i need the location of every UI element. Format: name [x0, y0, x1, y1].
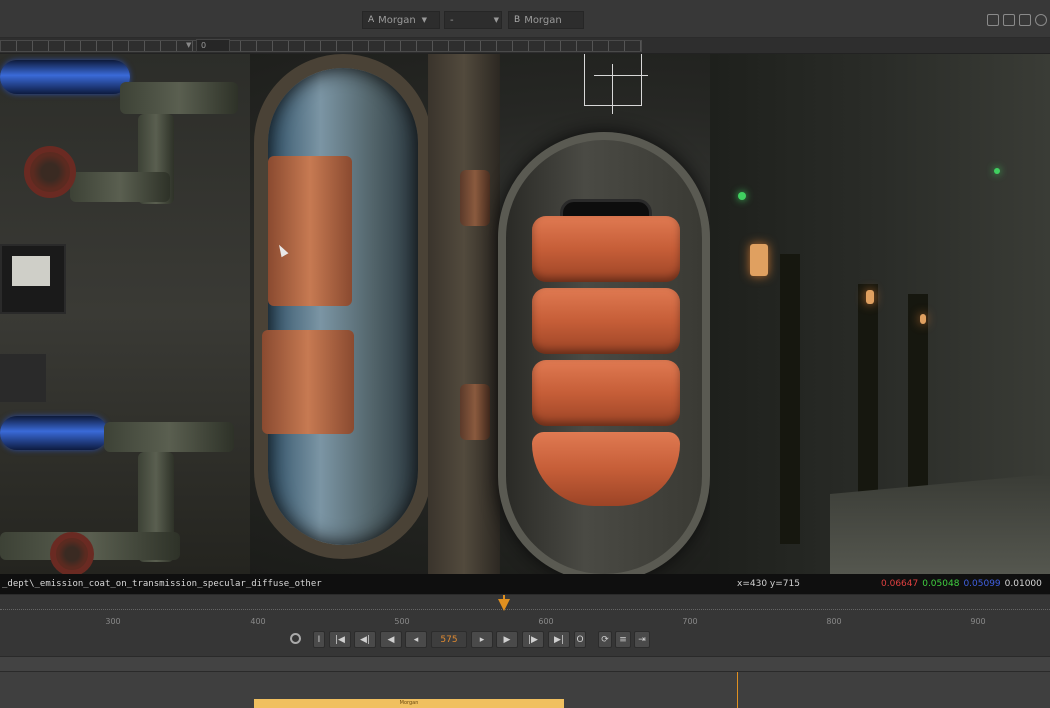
playhead-stem[interactable]: [503, 595, 505, 599]
padding-segment: [532, 360, 680, 426]
hatch-hinge: [460, 384, 490, 440]
timeline[interactable]: 300 400 500 600 700 800 900: [0, 594, 1050, 628]
lower-playhead: [737, 672, 738, 708]
open-hatch-door: [254, 54, 432, 559]
corridor-light: [866, 290, 874, 304]
next-keyframe-button[interactable]: |▶: [522, 631, 544, 648]
gain-ruler[interactable]: [0, 40, 642, 52]
viewer-image[interactable]: [0, 54, 1050, 574]
seat-back: [268, 156, 352, 306]
loop-mode-icon[interactable]: ⟳: [598, 631, 612, 648]
viewer-toolbar: A Morgan ▼ - ▼ B Morgan: [0, 0, 1050, 38]
corridor-pillar: [780, 254, 800, 544]
corridor-light: [750, 244, 768, 276]
dope-sheet-panel: Morgan: [0, 672, 1050, 708]
panel-divider[interactable]: [0, 656, 1050, 672]
crosshair-icon: [594, 75, 648, 76]
blue-pipe: [0, 416, 108, 450]
increment-icon[interactable]: ⇥: [634, 631, 650, 648]
lock-icon[interactable]: [1003, 14, 1015, 26]
viewer-header: ▼ 0: [0, 38, 1050, 54]
timeline-tick-label: 500: [394, 617, 410, 626]
corridor-pillar: [908, 294, 928, 494]
pixel-red-value: 0.06647: [881, 579, 919, 589]
pixel-blue-value: 0.05099: [963, 579, 1001, 589]
timeline-tick-label: 600: [538, 617, 554, 626]
settings-icon[interactable]: [1035, 14, 1047, 26]
valve-wheel: [50, 532, 94, 574]
padding-segment: [532, 288, 680, 354]
out-point-button[interactable]: O: [574, 631, 586, 648]
compare-mode-value: -: [450, 14, 454, 26]
last-frame-button[interactable]: ▶|: [548, 631, 570, 648]
timeline-tick-label: 300: [105, 617, 121, 626]
step-forward-button[interactable]: ▸: [471, 631, 493, 648]
green-pipe: [70, 172, 170, 202]
viewer-info-bar: _dept\_emission_coat_on_transmission_spe…: [0, 574, 1050, 594]
timeline-track[interactable]: [0, 609, 1050, 611]
pixel-values: 0.06647 0.05048 0.05099 0.01000: [881, 579, 1042, 589]
layer-path: _dept\_emission_coat_on_transmission_spe…: [2, 579, 322, 589]
compare-mode-selector[interactable]: - ▼: [444, 10, 502, 30]
input-a-field[interactable]: A Morgan ▼: [362, 11, 440, 29]
green-pipe: [104, 422, 234, 452]
compare-mode-field[interactable]: - ▼: [444, 11, 502, 29]
seat-base: [262, 330, 354, 434]
green-pipe: [120, 82, 238, 114]
status-light: [994, 168, 1000, 174]
control-box: [0, 244, 66, 314]
current-frame-field[interactable]: 575: [431, 631, 467, 648]
padding-segment: [532, 216, 680, 282]
pixel-coordinates: x=430 y=715: [737, 579, 800, 589]
pixel-alpha-value: 0.01000: [1004, 579, 1042, 589]
compositor-app: A Morgan ▼ - ▼ B Morgan ▼ 0 _dept\_emiss…: [0, 0, 1050, 708]
in-point-button[interactable]: I: [313, 631, 325, 648]
crosshair-icon: [612, 64, 613, 114]
hatch-frame: [428, 54, 500, 574]
step-backward-button[interactable]: ◂: [405, 631, 427, 648]
play-backward-button[interactable]: ◀: [380, 631, 402, 648]
input-a-glyph: A: [368, 15, 375, 25]
zoom-icon[interactable]: [290, 633, 301, 644]
blue-pipe: [0, 60, 130, 94]
viewer-toolbar-icons: [987, 10, 1047, 30]
scene-wall: [0, 54, 250, 574]
play-forward-button[interactable]: ▶: [496, 631, 518, 648]
input-b-glyph: B: [514, 15, 521, 25]
clip-bar[interactable]: Morgan: [254, 699, 564, 708]
input-b-selector[interactable]: B Morgan: [508, 10, 584, 30]
timeline-tick-label: 700: [682, 617, 698, 626]
chevron-down-icon: ▼: [421, 16, 428, 24]
roi-icon[interactable]: [987, 14, 999, 26]
input-b-value: Morgan: [524, 14, 562, 26]
status-light: [738, 192, 746, 200]
pixel-green-value: 0.05048: [922, 579, 960, 589]
control-box: [0, 354, 46, 402]
corridor-light: [920, 314, 926, 324]
control-box-label: [12, 256, 50, 286]
timeline-tick-label: 900: [970, 617, 986, 626]
valve-wheel: [24, 146, 76, 198]
corridor-pillar: [858, 284, 878, 524]
input-a-value: Morgan: [378, 14, 416, 26]
roi-box[interactable]: [584, 54, 642, 106]
first-frame-button[interactable]: |◀: [329, 631, 351, 648]
input-b-field[interactable]: B Morgan: [508, 11, 584, 29]
fps-icon[interactable]: ≡: [615, 631, 631, 648]
chevron-down-icon[interactable]: ▼: [186, 41, 191, 49]
timeline-tick-label: 800: [826, 617, 842, 626]
chevron-down-icon: ▼: [493, 16, 499, 24]
transport-controls: I |◀ ◀| ◀ ◂ 575 ▸ ▶ |▶ ▶| O ⟳ ≡ ⇥: [0, 628, 1050, 656]
timeline-tick-label: 400: [250, 617, 266, 626]
channel-field[interactable]: 0: [196, 39, 230, 52]
input-a-selector[interactable]: A Morgan ▼: [362, 10, 440, 30]
hatch-hinge: [460, 170, 490, 226]
prev-keyframe-button[interactable]: ◀|: [354, 631, 376, 648]
pause-icon[interactable]: [1019, 14, 1031, 26]
